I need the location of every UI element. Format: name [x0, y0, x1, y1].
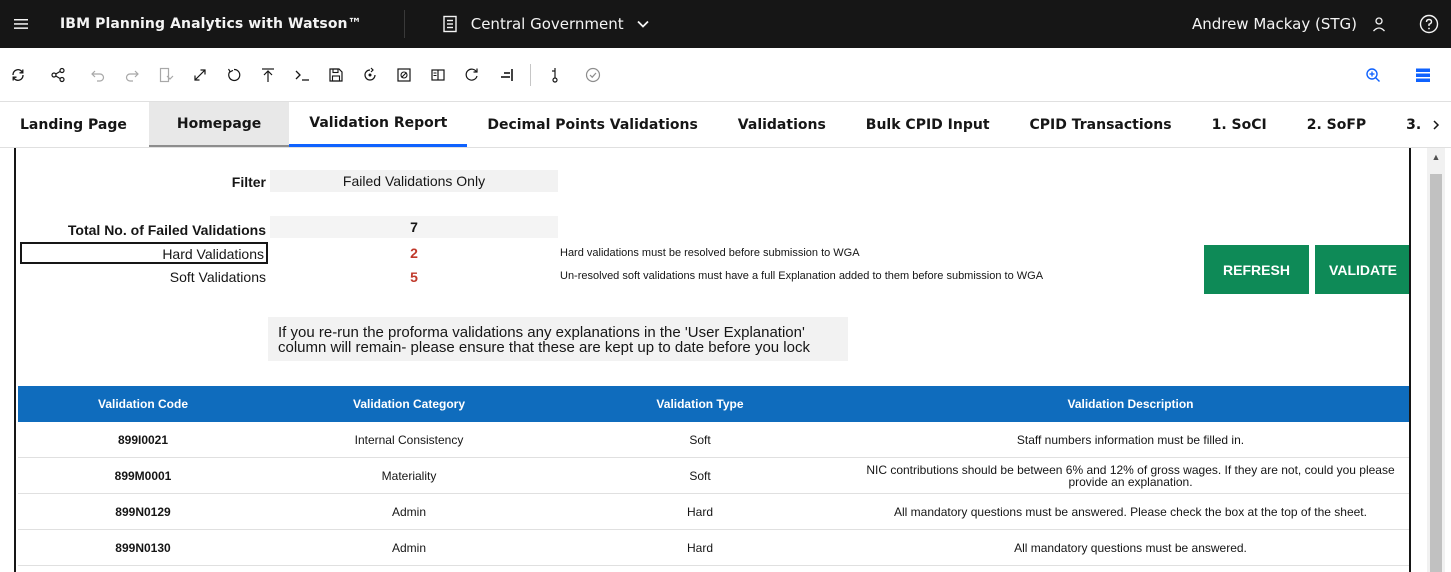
soft-validations-label: Soft Validations	[169, 269, 266, 285]
user-name[interactable]: Andrew Mackay (STG)	[1192, 15, 1357, 33]
validate-button[interactable]: VALIDATE	[1315, 245, 1409, 294]
tab-homepage[interactable]: Homepage	[148, 102, 290, 147]
chevron-down-icon[interactable]	[636, 17, 650, 31]
toolbar-separator	[530, 63, 531, 86]
cell-description: NIC contributions should be between 6% a…	[866, 462, 1395, 489]
rerun-message: If you re-run the proforma validations a…	[268, 317, 848, 361]
help-icon[interactable]	[1419, 14, 1439, 34]
cell-description: All mandatory questions must be answered…	[1014, 540, 1247, 555]
cell-category: Internal Consistency	[354, 432, 464, 447]
table-row[interactable]: 899N0130 Admin Hard All mandatory questi…	[18, 530, 1409, 566]
cell-code: 899M0001	[114, 468, 172, 483]
tab-validations[interactable]: Validations	[718, 102, 846, 147]
soft-validations-note: Un-resolved soft validations must have a…	[560, 270, 1044, 282]
header-divider	[403, 10, 405, 38]
tab-sofp[interactable]: 2. SoFP	[1287, 102, 1386, 147]
cell-category: Admin	[391, 540, 426, 555]
hamburger-icon[interactable]	[0, 0, 42, 48]
header-validation-category: Validation Category	[352, 397, 466, 411]
chevron-right-icon[interactable]	[1421, 102, 1451, 147]
snapshot-icon[interactable]	[150, 59, 182, 91]
report-frame: Filter Failed Validations Only Total No.…	[14, 148, 1411, 572]
user-icon[interactable]	[1371, 16, 1387, 32]
total-failed-value: 7	[270, 216, 558, 238]
refresh-button[interactable]: REFRESH	[1204, 245, 1309, 294]
filter-value[interactable]: Failed Validations Only	[270, 170, 558, 192]
scrollbar-thumb[interactable]	[1430, 174, 1442, 572]
cell-type: Hard	[686, 504, 713, 519]
image-icon[interactable]	[388, 59, 420, 91]
header-validation-code: Validation Code	[97, 397, 188, 411]
hard-validations-label[interactable]: Hard Validations	[20, 242, 268, 264]
sync-icon[interactable]	[456, 59, 488, 91]
cell-code: 899N0129	[115, 504, 171, 519]
sandbox-icon[interactable]	[354, 59, 386, 91]
filter-label: Filter	[231, 174, 266, 190]
table-row[interactable]: 899N0129 Admin Hard All mandatory questi…	[18, 494, 1409, 530]
tab-cpid-transactions[interactable]: CPID Transactions	[1010, 102, 1192, 147]
cell-category: Admin	[391, 504, 426, 519]
sheet-tabs: Landing Page Homepage Validation Report …	[0, 102, 1451, 148]
app-header: IBM Planning Analytics with Watson™ Cent…	[0, 0, 1451, 48]
spread-icon[interactable]	[539, 59, 571, 91]
cell-description: Staff numbers information must be filled…	[1016, 432, 1245, 447]
tab-decimal-points-validations[interactable]: Decimal Points Validations	[467, 102, 717, 147]
table-row[interactable]: 899M0001 Materiality Soft NIC contributi…	[18, 458, 1409, 494]
hard-validations-note: Hard validations must be resolved before…	[560, 247, 860, 259]
table-row[interactable]: 899I0021 Internal Consistency Soft Staff…	[18, 422, 1409, 458]
soft-validations-value: 5	[410, 269, 418, 285]
redo-icon[interactable]	[116, 59, 148, 91]
cell-type: Soft	[689, 432, 711, 447]
workspace-selector[interactable]: Central Government	[471, 15, 624, 33]
header-validation-description: Validation Description	[1067, 397, 1194, 411]
cell-code: 899I0021	[117, 432, 169, 447]
save-icon[interactable]	[320, 59, 352, 91]
layout-icon[interactable]	[1407, 59, 1439, 91]
reset-icon[interactable]	[218, 59, 250, 91]
table-header: Validation Code Validation Category Vali…	[18, 386, 1409, 422]
cell-type: Hard	[686, 540, 713, 555]
terminal-icon[interactable]	[286, 59, 318, 91]
tab-validation-report[interactable]: Validation Report	[289, 102, 468, 147]
panel-icon[interactable]	[422, 59, 454, 91]
hard-validations-value: 2	[410, 245, 418, 261]
toolbar	[0, 48, 1451, 102]
total-failed-label: Total No. of Failed Validations	[67, 222, 266, 238]
expand-icon[interactable]	[184, 59, 216, 91]
cell-category: Materiality	[381, 468, 437, 483]
vertical-scrollbar[interactable]: ▲	[1427, 148, 1445, 572]
refresh-icon[interactable]	[2, 59, 34, 91]
cell-code: 899N0130	[115, 540, 171, 555]
upload-icon[interactable]	[252, 59, 284, 91]
workbench-icon	[443, 15, 457, 33]
cell-type: Soft	[689, 468, 711, 483]
checkmark-icon[interactable]	[577, 59, 609, 91]
tab-bulk-cpid-input[interactable]: Bulk CPID Input	[846, 102, 1010, 147]
undo-icon[interactable]	[82, 59, 114, 91]
header-validation-type: Validation Type	[656, 397, 744, 411]
share-icon[interactable]	[42, 59, 74, 91]
zoom-icon[interactable]	[1357, 59, 1389, 91]
tab-landing-page[interactable]: Landing Page	[0, 102, 147, 147]
rerun-message-line2: column will remain- please ensure that t…	[278, 339, 810, 356]
cell-description: All mandatory questions must be answered…	[894, 504, 1367, 519]
tab-soci[interactable]: 1. SoCI	[1192, 102, 1287, 147]
rerun-message-line1: If you re-run the proforma validations a…	[278, 324, 805, 341]
scroll-up-icon[interactable]: ▲	[1427, 148, 1445, 166]
align-right-icon[interactable]	[490, 59, 522, 91]
app-title: IBM Planning Analytics with Watson™	[60, 16, 362, 32]
